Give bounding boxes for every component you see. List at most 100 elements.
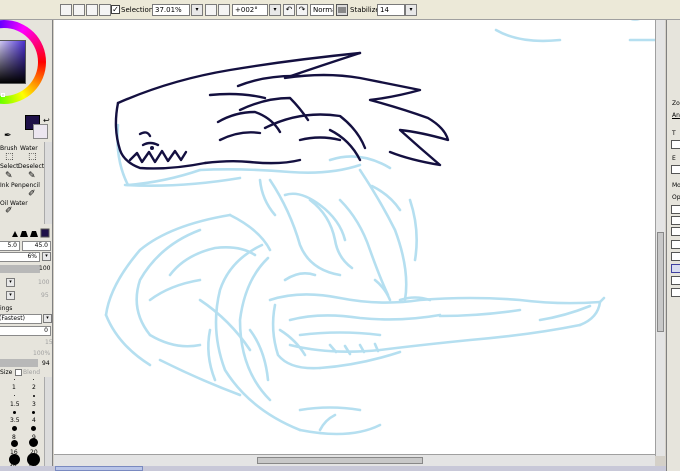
oil-water-brush-icon[interactable]: ✐ bbox=[28, 190, 36, 199]
stabilizer-icon[interactable] bbox=[336, 4, 348, 16]
tool-water[interactable]: Water bbox=[20, 145, 38, 152]
swap-arrow-icon[interactable]: ↩ bbox=[43, 116, 50, 125]
texture-dropdown[interactable]: ▾ bbox=[6, 278, 15, 287]
size-preset-label[interactable]: 2 bbox=[32, 384, 36, 391]
size-dot[interactable] bbox=[33, 379, 34, 380]
left-tool-panel: ↩ ✒ Brush Water ⬚ ⬚ Select Deselect ✎ ✎ … bbox=[0, 20, 53, 471]
zoom-label: Zo bbox=[672, 100, 680, 107]
active-canvas-tab[interactable] bbox=[55, 466, 143, 471]
size-preset-label[interactable]: 3 bbox=[32, 401, 36, 408]
brush-shape-row[interactable] bbox=[0, 228, 52, 238]
size-list-scrollbar[interactable] bbox=[44, 377, 52, 471]
settings-label: ings bbox=[0, 305, 13, 312]
tool-list-scrollbar[interactable] bbox=[44, 142, 52, 224]
rotation-field[interactable]: +002° bbox=[232, 4, 268, 16]
tool-ink-pen[interactable]: Ink Pen bbox=[0, 182, 22, 189]
min-size-field[interactable]: 6% bbox=[0, 252, 40, 262]
saturation-value-square[interactable] bbox=[0, 40, 26, 97]
sketch-artwork bbox=[104, 20, 655, 436]
brush-icon[interactable]: ✐ bbox=[5, 207, 13, 216]
layer-row[interactable] bbox=[671, 240, 680, 249]
tool-pencil[interactable]: pencil bbox=[22, 182, 40, 189]
blending-slider-fill[interactable] bbox=[0, 359, 38, 367]
rotate-left-icon[interactable]: ↶ bbox=[283, 4, 295, 16]
rotation-dropdown[interactable]: ▾ bbox=[269, 4, 281, 16]
zoom-in-button[interactable] bbox=[218, 4, 230, 16]
blend-label: Blend bbox=[23, 369, 41, 376]
size-dot[interactable] bbox=[11, 440, 18, 447]
zoom-out-button[interactable] bbox=[205, 4, 217, 16]
color-picker-handle[interactable] bbox=[1, 93, 5, 97]
texture2-dropdown[interactable]: ▾ bbox=[6, 291, 15, 300]
selection-checkbox[interactable]: ✓ bbox=[111, 5, 120, 14]
t-label: T bbox=[672, 130, 676, 137]
blend-mode-field[interactable]: Normal bbox=[310, 4, 334, 16]
layer-checkbox[interactable] bbox=[671, 227, 680, 236]
size-preset-label[interactable]: 3.5 bbox=[10, 417, 20, 424]
eyedropper-icon[interactable]: ✒ bbox=[4, 132, 12, 141]
min-size-dropdown[interactable]: ▾ bbox=[42, 252, 51, 261]
brush-size-field-b[interactable]: 45.0 bbox=[22, 241, 51, 251]
canvas-horizontal-scrollbar[interactable] bbox=[54, 454, 655, 466]
secondary-color-swatch[interactable] bbox=[33, 124, 48, 139]
deselect-icon[interactable]: ⬚ bbox=[28, 153, 37, 162]
paint-tool-sai-window: ✓ Selection 37.01% ▾ +002° ▾ ↶ ↷ Normal … bbox=[0, 0, 680, 471]
size-dot[interactable] bbox=[14, 395, 15, 396]
size-preset-label[interactable]: 4 bbox=[32, 417, 36, 424]
angle-label: An bbox=[672, 112, 680, 119]
layer-option-box[interactable] bbox=[671, 165, 680, 174]
size-dot[interactable] bbox=[32, 411, 35, 414]
quality-select[interactable]: (Fastest) bbox=[0, 314, 42, 324]
texture-value: 100 bbox=[38, 279, 50, 286]
size-preset-label[interactable]: 1 bbox=[12, 384, 16, 391]
rotate-right-icon[interactable]: ↷ bbox=[296, 4, 308, 16]
pressure-value: 100% bbox=[33, 350, 51, 357]
stabilizer-field[interactable]: 14 bbox=[377, 4, 405, 16]
tool-deselect[interactable]: Deselect bbox=[18, 163, 44, 170]
size-dot[interactable] bbox=[27, 453, 40, 466]
quality-dropdown[interactable]: ▾ bbox=[43, 314, 52, 323]
right-layer-panel: Zo An T E Mo Op bbox=[666, 20, 680, 471]
stabilizer-dropdown[interactable]: ▾ bbox=[405, 4, 417, 16]
ink-pen-icon[interactable]: ✎ bbox=[5, 172, 13, 181]
tool-brush[interactable]: Brush bbox=[0, 145, 17, 152]
size-dot[interactable] bbox=[9, 454, 20, 465]
e-label: E bbox=[672, 155, 676, 162]
blending-value: 94 bbox=[42, 360, 50, 367]
size-preset-label[interactable]: 1.5 bbox=[10, 401, 20, 408]
layer-checkbox[interactable] bbox=[671, 205, 680, 214]
texture2-value: 95 bbox=[41, 292, 49, 299]
zoom-field[interactable]: 37.01% bbox=[152, 4, 190, 16]
blend-checkbox[interactable] bbox=[15, 369, 22, 376]
canvas-vertical-scrollbar[interactable] bbox=[655, 20, 665, 456]
toolbar-button-1[interactable] bbox=[60, 4, 72, 16]
toolbar-button-4[interactable] bbox=[99, 4, 111, 16]
size-label: Size bbox=[0, 369, 13, 376]
size-dot[interactable] bbox=[14, 379, 15, 380]
edge-hardness-field[interactable]: 0 bbox=[0, 326, 51, 336]
tool-select[interactable]: Select bbox=[0, 163, 19, 170]
layer-row[interactable] bbox=[671, 276, 680, 285]
select-icon[interactable]: ⬚ bbox=[5, 153, 14, 162]
layer-checkbox[interactable] bbox=[671, 216, 680, 225]
size-dot[interactable] bbox=[29, 438, 38, 447]
dragon-eye bbox=[150, 146, 154, 150]
horizontal-scroll-thumb[interactable] bbox=[257, 457, 423, 464]
size-dot[interactable] bbox=[31, 426, 36, 431]
toolbar-button-2[interactable] bbox=[73, 4, 85, 16]
size-dot[interactable] bbox=[33, 395, 35, 397]
pencil-icon[interactable]: ✎ bbox=[28, 172, 36, 181]
selection-label: Selection bbox=[121, 6, 154, 14]
density-slider-fill[interactable] bbox=[0, 265, 40, 273]
brush-size-field-a[interactable]: 5.0 bbox=[0, 241, 20, 251]
toolbar-button-3[interactable] bbox=[86, 4, 98, 16]
zoom-dropdown[interactable]: ▾ bbox=[191, 4, 203, 16]
size-dot[interactable] bbox=[12, 426, 17, 431]
layer-row[interactable] bbox=[671, 288, 680, 297]
drawing-canvas[interactable] bbox=[54, 20, 655, 454]
layer-row[interactable] bbox=[671, 252, 680, 261]
layer-option-box[interactable] bbox=[671, 140, 680, 149]
size-dot[interactable] bbox=[13, 411, 16, 414]
vertical-scroll-thumb[interactable] bbox=[657, 232, 664, 332]
layer-row-selected[interactable] bbox=[671, 264, 680, 273]
